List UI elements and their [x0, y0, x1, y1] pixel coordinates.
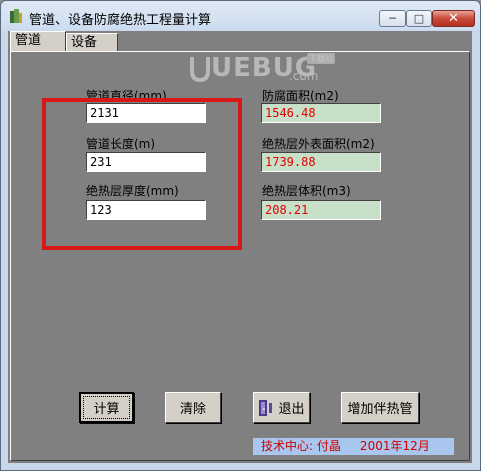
add-tracing-pipe-label: 增加伴热管	[347, 402, 413, 417]
watermark-icon	[190, 57, 210, 83]
watermark-badge: 下载站	[307, 53, 335, 64]
calculate-button[interactable]: 计算	[79, 392, 134, 423]
app-window: 管道、设备防腐绝热工程量计算 ─ □ ✕ 管道 设备 UEBUG .com 下载…	[0, 0, 481, 471]
minimize-icon: ─	[389, 12, 396, 25]
insulation-volume-value: 208.21	[261, 200, 381, 220]
app-icon	[10, 9, 22, 23]
maximize-button[interactable]: □	[406, 10, 432, 27]
calculate-label: 计算	[93, 402, 120, 417]
close-icon: ✕	[448, 11, 459, 26]
maximize-icon: □	[413, 12, 425, 25]
minimize-button[interactable]: ─	[379, 10, 406, 27]
close-button[interactable]: ✕	[432, 10, 475, 27]
credits-label: 技术中心: 付晶 2001年12月	[253, 438, 454, 455]
watermark-logo: UEBUG .com 下载站	[189, 51, 339, 85]
outer-area-value: 1739.88	[261, 152, 381, 172]
exit-button[interactable]: 退出	[253, 392, 310, 423]
insulation-volume-label: 绝热层体积(m3)	[262, 184, 351, 198]
outer-area-label: 绝热层外表面积(m2)	[262, 137, 375, 151]
anticorrosion-area-value: 1546.48	[261, 103, 381, 123]
highlight-box	[42, 98, 242, 250]
clear-label: 清除	[179, 402, 206, 417]
watermark-domain: .com	[289, 69, 319, 83]
window-title: 管道、设备防腐绝热工程量计算	[29, 13, 212, 28]
title-bar[interactable]: 管道、设备防腐绝热工程量计算 ─ □ ✕	[1, 1, 480, 31]
tab-bar: 管道 设备	[8, 31, 472, 51]
exit-label: 退出	[278, 402, 305, 417]
exit-door-icon	[259, 399, 273, 416]
add-tracing-pipe-button[interactable]: 增加伴热管	[341, 392, 419, 423]
tab-pipe[interactable]: 管道	[10, 31, 66, 51]
clear-button[interactable]: 清除	[165, 392, 221, 423]
tab-equipment[interactable]: 设备	[66, 33, 118, 51]
anticorrosion-area-label: 防腐面积(m2)	[262, 89, 339, 103]
